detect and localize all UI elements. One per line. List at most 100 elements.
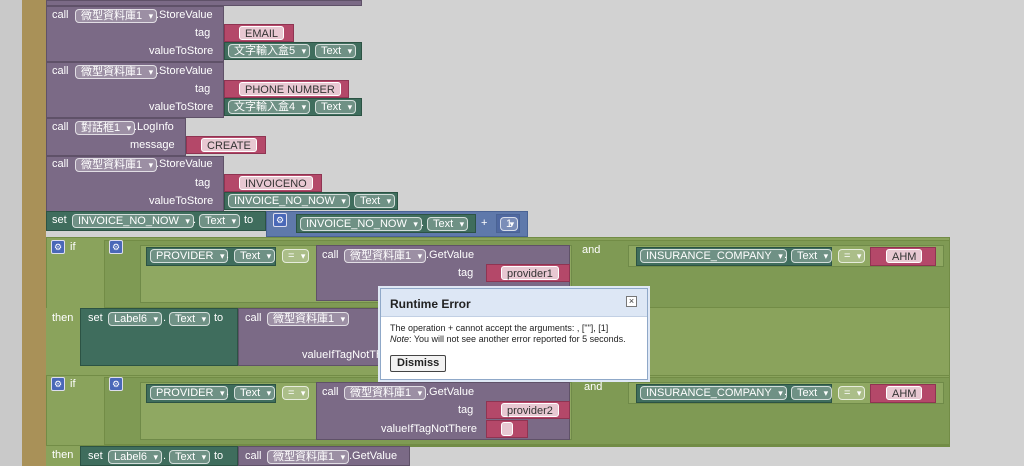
tag-label: tag bbox=[458, 267, 474, 279]
property-dropdown[interactable]: Text bbox=[427, 217, 469, 231]
property-dropdown[interactable]: Text bbox=[199, 214, 241, 228]
message-label: message bbox=[130, 139, 175, 151]
blocks-workspace[interactable]: call 微型資料庫1 .StoreValue tag EMAIL valueT… bbox=[0, 0, 1024, 466]
dialog-header: Runtime Error × bbox=[381, 289, 647, 317]
set-keyword: set bbox=[88, 312, 103, 324]
component-dropdown[interactable]: 微型資料庫1 bbox=[267, 312, 350, 326]
value-to-store-label: valueToStore bbox=[149, 45, 214, 57]
string-value[interactable]: AHM bbox=[886, 249, 923, 263]
call-keyword: call bbox=[245, 450, 262, 462]
property-dropdown[interactable]: Text bbox=[234, 249, 276, 263]
property-dropdown[interactable]: Text bbox=[354, 194, 396, 208]
procedure-body[interactable] bbox=[22, 0, 46, 466]
close-icon[interactable]: × bbox=[626, 296, 637, 307]
to-keyword: to bbox=[214, 450, 224, 462]
string-value[interactable]: provider2 bbox=[501, 403, 559, 417]
call-keyword: call bbox=[322, 386, 339, 398]
property-dropdown[interactable]: Text bbox=[169, 312, 211, 326]
call-keyword: call bbox=[52, 121, 69, 133]
string-value[interactable]: provider1 bbox=[501, 266, 559, 280]
call-keyword: call bbox=[52, 9, 69, 21]
property-dropdown[interactable]: Text bbox=[234, 386, 276, 400]
and-keyword: and bbox=[582, 244, 601, 256]
property-dropdown[interactable]: Text bbox=[791, 249, 833, 263]
string-value[interactable]: CREATE bbox=[201, 138, 257, 152]
component-dropdown[interactable]: 微型資料庫1 bbox=[75, 158, 158, 172]
variable-dropdown[interactable]: PROVIDER bbox=[150, 249, 229, 263]
method-label: .StoreValue bbox=[156, 9, 213, 21]
and-keyword: and bbox=[584, 381, 603, 393]
tag-label: tag bbox=[195, 177, 211, 189]
string-value[interactable]: PHONE NUMBER bbox=[239, 82, 341, 96]
component-dropdown[interactable]: 微型資料庫1 bbox=[344, 386, 427, 400]
component-dropdown[interactable]: 微型資料庫1 bbox=[267, 450, 350, 464]
dialog-message: The operation + cannot accept the argume… bbox=[390, 323, 645, 345]
value-to-store-label: valueToStore bbox=[149, 195, 214, 207]
if-mutator-gear-icon[interactable]: ⚙ bbox=[51, 240, 65, 254]
set-keyword: set bbox=[52, 214, 67, 226]
variable-dropdown[interactable]: INSURANCE_COMPANY bbox=[640, 386, 787, 400]
number-value[interactable]: 1 bbox=[500, 217, 519, 231]
component-dropdown[interactable]: 微型資料庫1 bbox=[75, 65, 158, 79]
dot-label: . bbox=[784, 386, 788, 398]
then-keyword: then bbox=[52, 312, 74, 324]
dot-label: . bbox=[163, 312, 167, 324]
compare-operator-dropdown[interactable]: = bbox=[282, 249, 310, 263]
call-keyword: call bbox=[52, 158, 69, 170]
string-value[interactable]: INVOICENO bbox=[239, 176, 313, 190]
and-mutator-gear-icon[interactable]: ⚙ bbox=[109, 240, 123, 254]
dot-label: . bbox=[226, 386, 230, 398]
method-label: .StoreValue bbox=[156, 158, 213, 170]
dot-label: . bbox=[226, 249, 230, 261]
to-keyword: to bbox=[244, 214, 254, 226]
property-dropdown[interactable]: Text bbox=[791, 386, 833, 400]
compare-operator-dropdown[interactable]: = bbox=[838, 386, 866, 400]
method-label: .GetValue bbox=[426, 249, 475, 261]
property-dropdown[interactable]: Text bbox=[169, 450, 211, 464]
dialog-title: Runtime Error bbox=[390, 297, 471, 311]
dismiss-button[interactable]: Dismiss bbox=[390, 355, 447, 372]
component-dropdown[interactable]: Label6 bbox=[108, 450, 163, 464]
if-keyword: if bbox=[70, 378, 76, 390]
dot-label: . bbox=[193, 214, 197, 226]
component-dropdown[interactable]: INVOICE_NO_NOW bbox=[72, 214, 194, 228]
note-label: Note bbox=[390, 334, 410, 344]
runtime-error-dialog: Runtime Error × The operation + cannot a… bbox=[380, 288, 648, 380]
method-label: .GetValue bbox=[426, 386, 475, 398]
note-text: : You will not see another error reporte… bbox=[409, 334, 626, 344]
string-value[interactable]: EMAIL bbox=[239, 26, 285, 40]
variable-dropdown[interactable]: PROVIDER bbox=[150, 386, 229, 400]
if-mutator-gear-icon[interactable]: ⚙ bbox=[51, 377, 65, 391]
mutator-gear-icon[interactable]: ⚙ bbox=[273, 213, 287, 227]
property-dropdown[interactable]: Text bbox=[315, 100, 357, 114]
notifier-dropdown[interactable]: 對話框1 bbox=[75, 121, 136, 135]
and-mutator-gear-icon[interactable]: ⚙ bbox=[109, 377, 123, 391]
string-value[interactable]: AHM bbox=[886, 386, 923, 400]
variable-dropdown[interactable]: INSURANCE_COMPANY bbox=[640, 249, 787, 263]
value-if-tag-not-there-label: valueIfTagNotThere bbox=[381, 423, 477, 435]
error-text: The operation + cannot accept the argume… bbox=[390, 323, 609, 333]
property-dropdown[interactable]: Text bbox=[315, 44, 357, 58]
textbox-dropdown[interactable]: 文字輸入盒4 bbox=[228, 100, 311, 114]
variable-dropdown[interactable]: INVOICE_NO_NOW bbox=[228, 194, 350, 208]
plus-operator: + bbox=[481, 217, 488, 229]
if-keyword: if bbox=[70, 241, 76, 253]
compare-operator-dropdown[interactable]: = bbox=[282, 386, 310, 400]
dot-label: . bbox=[421, 217, 425, 229]
method-label: .GetValue bbox=[349, 450, 398, 462]
value-to-store-label: valueToStore bbox=[149, 101, 214, 113]
component-dropdown[interactable]: 微型資料庫1 bbox=[344, 249, 427, 263]
call-keyword: call bbox=[245, 312, 262, 324]
variable-dropdown[interactable]: INVOICE_NO_NOW bbox=[300, 217, 422, 231]
tag-label: tag bbox=[195, 83, 211, 95]
compare-operator-dropdown[interactable]: = bbox=[838, 249, 866, 263]
method-label: .StoreValue bbox=[156, 65, 213, 77]
dot-label: . bbox=[784, 249, 788, 261]
textbox-dropdown[interactable]: 文字輸入盒5 bbox=[228, 44, 311, 58]
dot-label: . bbox=[163, 450, 167, 462]
empty-string-value[interactable] bbox=[501, 422, 513, 436]
component-dropdown[interactable]: 微型資料庫1 bbox=[75, 9, 158, 23]
component-dropdown[interactable]: Label6 bbox=[108, 312, 163, 326]
tag-label: tag bbox=[458, 404, 474, 416]
call-keyword: call bbox=[52, 65, 69, 77]
